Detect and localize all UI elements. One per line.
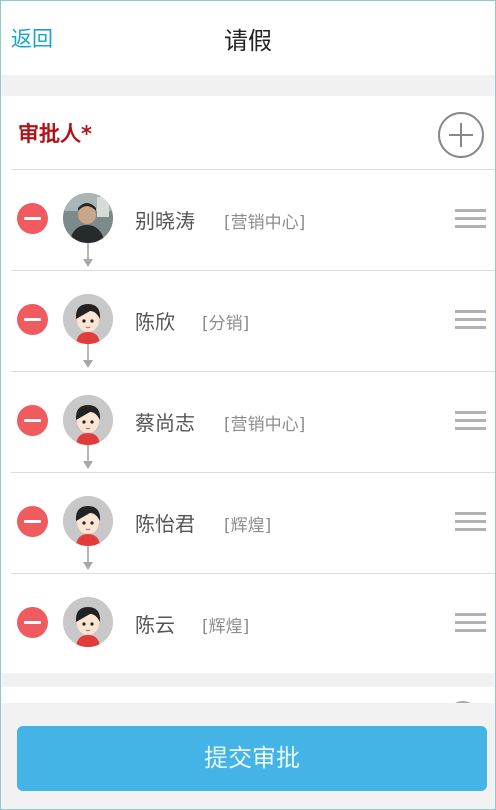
remove-approver-button[interactable] (17, 405, 48, 436)
approver-header: 审批人* (1, 96, 495, 170)
approver-dept: [营销中心] (224, 213, 306, 233)
drag-handle-icon[interactable] (455, 209, 486, 229)
photo-avatar-icon (63, 193, 113, 243)
approver-name: 蔡尚志 (135, 411, 195, 435)
remove-approver-button[interactable] (17, 203, 48, 234)
drag-handle-icon[interactable] (455, 411, 486, 431)
remove-approver-button[interactable] (17, 304, 48, 335)
approver-dept: [辉煌] (202, 617, 250, 637)
approver-row: 陈欣 [分销] (1, 271, 495, 372)
page-title: 请假 (224, 27, 272, 55)
add-approver-button[interactable] (438, 112, 484, 158)
submit-approval-button[interactable]: 提交审批 (17, 726, 487, 791)
approver-label: 审批人* (18, 122, 92, 146)
approver-row: 陈怡君 [辉煌] (1, 473, 495, 574)
avatar (63, 294, 113, 344)
approver-row: 陈云 [辉煌] (1, 574, 495, 675)
remove-approver-button[interactable] (17, 506, 48, 537)
cartoon-avatar-icon (63, 496, 113, 546)
cartoon-avatar-icon (63, 395, 113, 445)
cartoon-avatar-icon (63, 597, 113, 647)
approver-dept: [营销中心] (224, 415, 306, 435)
drag-handle-icon[interactable] (455, 512, 486, 532)
avatar (63, 496, 113, 546)
approver-row: 别晓涛 [营销中心] (1, 170, 495, 271)
approver-name: 陈云 (135, 613, 175, 637)
header-bar: 返回 请假 (1, 1, 495, 75)
avatar (63, 597, 113, 647)
avatar (63, 395, 113, 445)
approver-row: 蔡尚志 [营销中心] (1, 372, 495, 473)
approver-name: 陈怡君 (135, 512, 195, 536)
approver-name: 陈欣 (135, 310, 175, 334)
approver-dept: [分销] (202, 314, 250, 334)
approver-name: 别晓涛 (135, 209, 195, 233)
footer-bar: 提交审批 (1, 703, 495, 809)
avatar (63, 193, 113, 243)
approver-card: 审批人* 别晓涛 [营销中心] 陈欣 [分销] 蔡尚志 [营销中心] 陈怡君 [… (1, 96, 495, 673)
approver-dept: [辉煌] (224, 516, 272, 536)
cartoon-avatar-icon (63, 294, 113, 344)
drag-handle-icon[interactable] (455, 310, 486, 330)
drag-handle-icon[interactable] (455, 613, 486, 633)
remove-approver-button[interactable] (17, 607, 48, 638)
